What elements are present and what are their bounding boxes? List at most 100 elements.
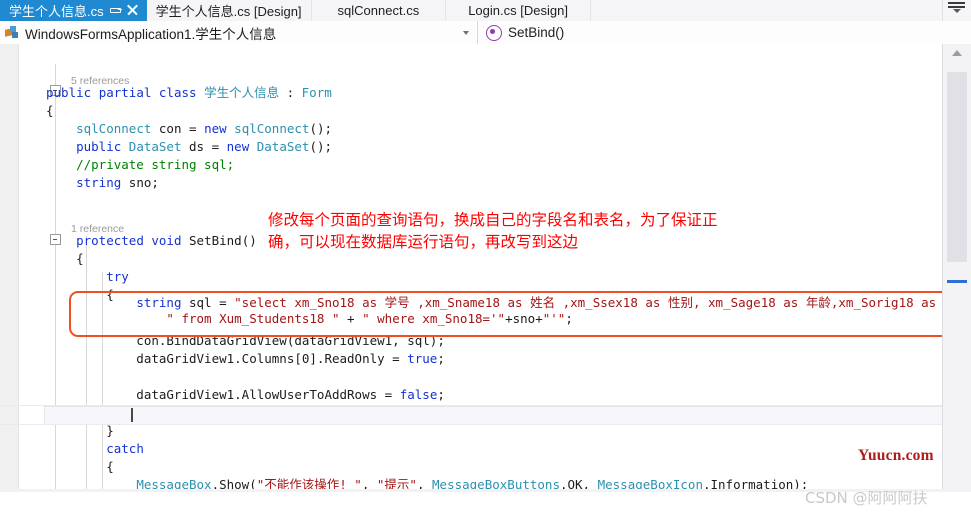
- code-line: //private string sql;: [46, 156, 234, 174]
- code-token: class: [158, 85, 205, 100]
- code-line: dataGridView1.Columns[0].ReadOnly = true…: [46, 350, 445, 368]
- class-dropdown[interactable]: WindowsFormsApplication1.学生个人信息: [0, 21, 478, 44]
- code-line: sqlConnect con = new sqlConnect();: [46, 120, 332, 138]
- scroll-up-arrow-icon[interactable]: [952, 50, 962, 56]
- chevron-down-icon[interactable]: [463, 30, 469, 35]
- tab-student-info-cs[interactable]: 学生个人信息.cs: [0, 0, 147, 21]
- member-dropdown[interactable]: SetBind(): [478, 21, 971, 44]
- split-view-icon[interactable]: [946, 0, 968, 16]
- csdn-watermark: CSDN @阿阿阿扶: [805, 489, 928, 507]
- code-token: +sno+: [505, 311, 543, 326]
- code-token: dataGridView1.Columns[0].ReadOnly =: [46, 351, 408, 366]
- code-token: }: [46, 423, 114, 438]
- tab-login-design[interactable]: Login.cs [Design]: [446, 0, 591, 21]
- code-token: try: [106, 269, 129, 284]
- code-token: void: [151, 233, 190, 248]
- code-token: {: [46, 459, 114, 474]
- code-line: con.BindDataGridView(dataGridView1, sql)…: [46, 332, 445, 350]
- code-token: public: [46, 85, 99, 100]
- code-token: "'": [542, 311, 566, 326]
- code-token: string: [76, 175, 129, 190]
- code-token: " from Xum_Students18 ": [166, 311, 340, 326]
- code-token: {: [46, 103, 54, 118]
- code-line: public partial class 学生个人信息 : Form: [46, 84, 332, 102]
- code-token: (): [241, 233, 257, 248]
- code-token: //private string sql;: [46, 157, 235, 172]
- code-token: DataSet: [128, 139, 182, 154]
- code-token: ds =: [181, 139, 227, 154]
- code-token: catch: [106, 441, 144, 456]
- tab-label: 学生个人信息.cs: [9, 4, 104, 19]
- code-token: ();: [309, 121, 333, 136]
- code-token: +: [339, 311, 363, 326]
- code-line: {: [46, 250, 84, 268]
- code-token: public: [76, 139, 129, 154]
- code-line: protected void SetBind(): [46, 232, 257, 250]
- class-path-label: WindowsFormsApplication1.学生个人信息: [25, 26, 277, 42]
- pin-icon[interactable]: [109, 4, 122, 17]
- vertical-scrollbar[interactable]: [942, 44, 971, 492]
- code-token: ;: [565, 311, 573, 326]
- code-token: dataGridView1.AllowUserToAddRows =: [46, 387, 400, 402]
- tab-strip-filler: [591, 0, 942, 21]
- code-token: new: [204, 121, 235, 136]
- code-line: dataGridView1.AllowUserToAddRows = false…: [46, 386, 445, 404]
- code-token: DataSet: [256, 139, 310, 154]
- tab-label: 学生个人信息.cs [Design]: [155, 4, 302, 19]
- tab-student-info-design[interactable]: 学生个人信息.cs [Design]: [147, 0, 312, 21]
- tab-label: sqlConnect.cs: [337, 3, 420, 18]
- member-label: SetBind(): [508, 25, 565, 40]
- code-editor[interactable]: 5 references 1 reference public partial …: [0, 44, 971, 510]
- annotation-text: 修改每个页面的查询语句，换成自己的字段名和表名，为了保证正 确，可以现在数据库运…: [268, 211, 718, 251]
- class-icon: [5, 25, 20, 40]
- method-icon: [486, 24, 502, 41]
- code-token: sqlConnect: [76, 121, 152, 136]
- navigation-bar: WindowsFormsApplication1.学生个人信息 SetBind(…: [0, 21, 971, 45]
- code-token: con.BindDataGridView(dataGridView1, sql)…: [46, 333, 445, 348]
- code-token: "select xm_Sno18 as 学号 ,xm_Sname18 as 姓名…: [234, 295, 971, 310]
- code-token: partial: [98, 85, 159, 100]
- code-token: Form: [301, 85, 332, 100]
- code-token: :: [279, 85, 302, 100]
- code-line: " from Xum_Students18 " + " where xm_Sno…: [46, 310, 573, 328]
- code-token: string: [136, 295, 189, 310]
- code-line: }: [46, 422, 114, 440]
- code-token: SetBind: [189, 233, 242, 248]
- scrollbar-thumb[interactable]: [947, 72, 967, 262]
- code-token: 学生个人信息: [204, 85, 280, 100]
- code-line: {: [46, 102, 54, 120]
- close-icon[interactable]: [127, 4, 138, 17]
- code-token: true: [407, 351, 438, 366]
- code-token: new: [226, 139, 257, 154]
- code-token: protected: [76, 233, 152, 248]
- code-line: try: [46, 268, 129, 286]
- tab-label: Login.cs [Design]: [468, 3, 568, 18]
- code-token: {: [46, 251, 84, 266]
- yuucn-watermark: Yuucn.com: [858, 447, 934, 464]
- code-token: " where xm_Sno18='": [362, 311, 506, 326]
- code-line: string sno;: [46, 174, 159, 192]
- code-token: sqlConnect: [234, 121, 310, 136]
- code-text[interactable]: 5 references 1 reference public partial …: [46, 44, 971, 510]
- code-token: ;: [437, 387, 445, 402]
- code-line: {: [46, 458, 114, 476]
- code-line: public DataSet ds = new DataSet();: [46, 138, 332, 156]
- tab-strip: 学生个人信息.cs 学生个人信息.cs [Design] sqlConnect.…: [0, 0, 971, 22]
- tab-sqlconnect-cs[interactable]: sqlConnect.cs: [312, 0, 447, 21]
- code-token: con =: [151, 121, 205, 136]
- code-token: sql =: [189, 295, 235, 310]
- code-token: ();: [309, 139, 333, 154]
- code-token: sno;: [128, 175, 159, 190]
- scrollbar-change-mark: [947, 280, 967, 283]
- code-token: ;: [437, 351, 445, 366]
- code-line: catch: [46, 440, 144, 458]
- code-token: false: [399, 387, 438, 402]
